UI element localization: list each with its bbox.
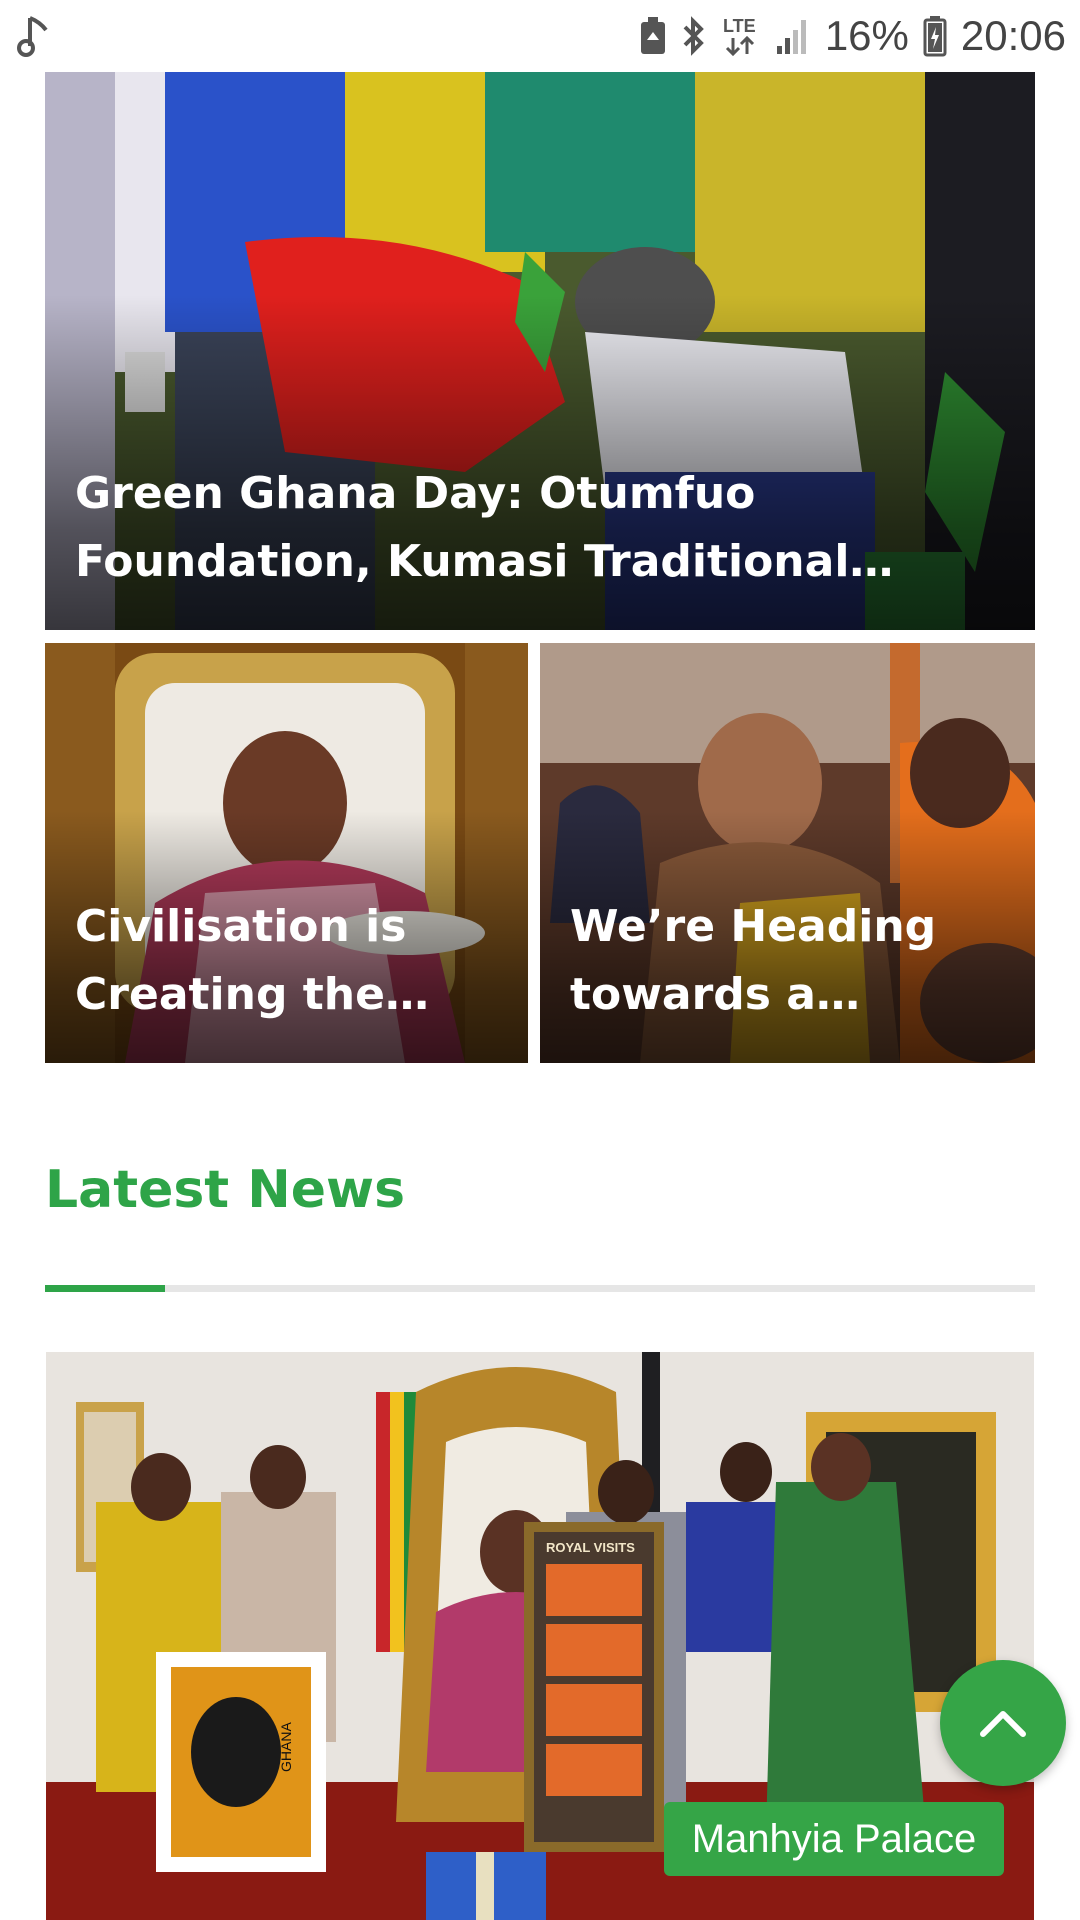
status-icons: LTE 16% 20:06 <box>639 8 1066 64</box>
section-divider <box>45 1285 1035 1292</box>
battery-icon <box>923 15 947 57</box>
featured-hero-card[interactable]: Green Ghana Day: Otumfuo Foundation, Kum… <box>45 72 1035 630</box>
status-bar: LTE 16% 20:06 <box>0 0 1080 72</box>
bluetooth-icon <box>681 15 707 57</box>
card-2-title[interactable]: We’re Heading towards a… <box>570 893 1005 1029</box>
music-note-icon <box>16 14 52 62</box>
card-1-title[interactable]: Civilisation is Creating the… <box>75 893 498 1029</box>
chevron-up-icon <box>980 1711 1026 1737</box>
section-divider-accent <box>45 1285 165 1292</box>
lte-label: LTE <box>723 16 756 36</box>
signal-icon <box>775 16 811 56</box>
scroll-to-top-button[interactable] <box>940 1660 1066 1786</box>
featured-card-2[interactable]: We’re Heading towards a… <box>540 643 1035 1063</box>
clock: 20:06 <box>960 12 1066 59</box>
battery-percent: 16% <box>824 12 909 59</box>
category-tag[interactable]: Manhyia Palace <box>664 1802 1004 1876</box>
poster-label: ROYAL VISITS <box>546 1540 635 1555</box>
stamp-label: GHANA <box>278 1722 294 1772</box>
hero-title[interactable]: Green Ghana Day: Otumfuo Foundation, Kum… <box>75 460 1005 596</box>
battery-saver-icon <box>639 16 667 56</box>
featured-card-1[interactable]: Civilisation is Creating the… <box>45 643 528 1063</box>
latest-news-heading: Latest News <box>45 1160 406 1220</box>
lte-icon: LTE <box>721 14 761 58</box>
